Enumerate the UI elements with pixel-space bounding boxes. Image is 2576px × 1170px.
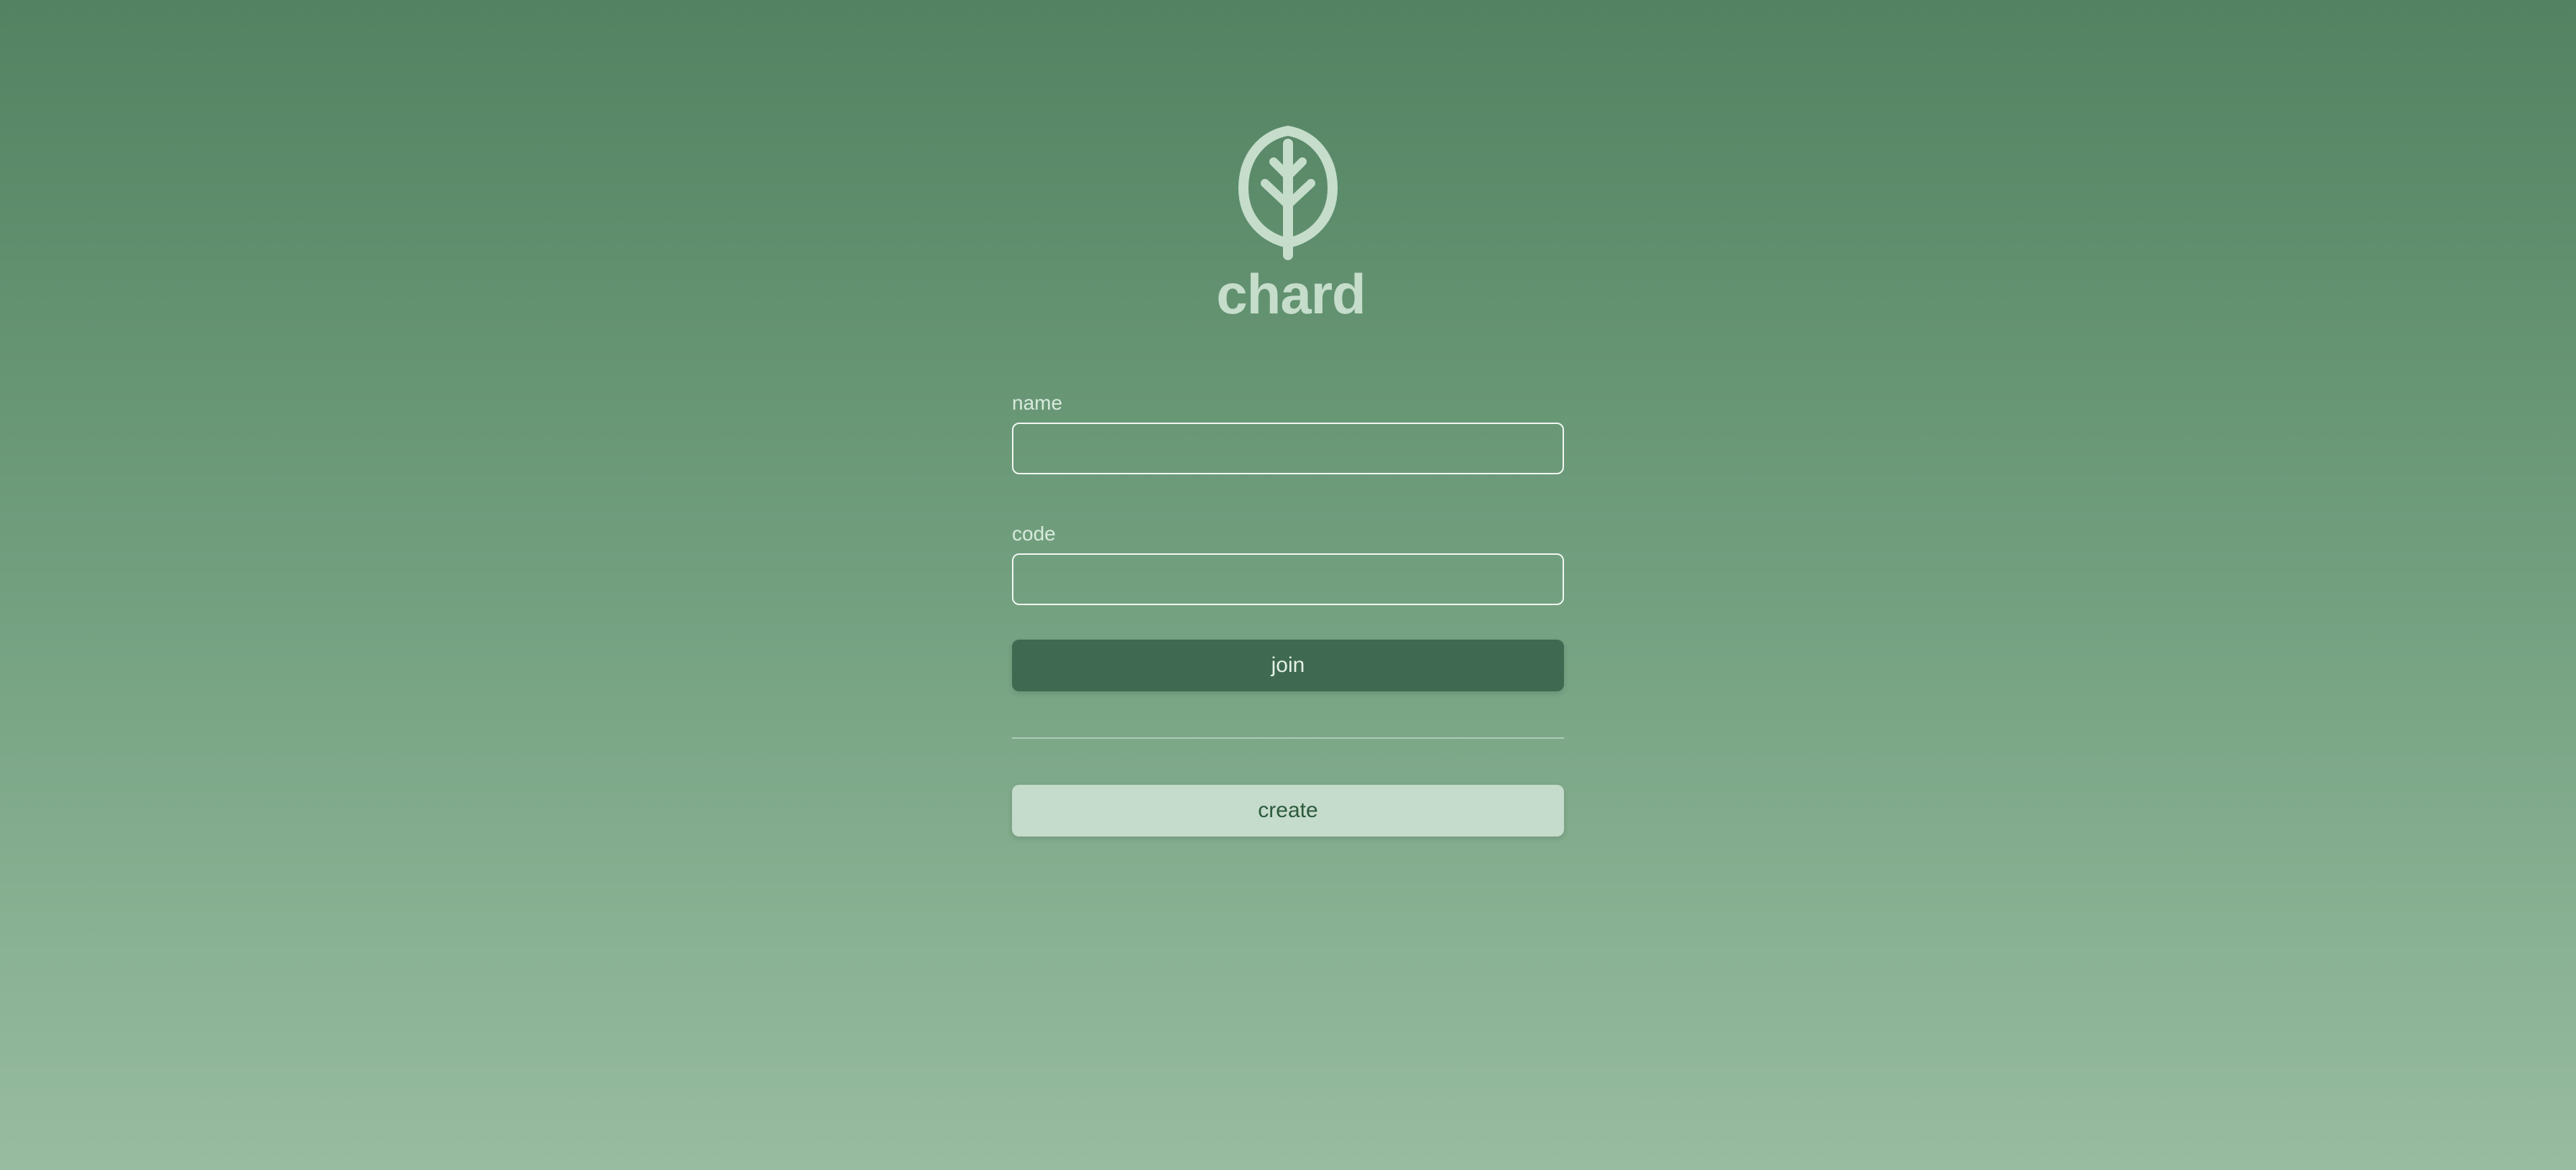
leaf-icon <box>1238 126 1338 260</box>
field-spacer <box>1012 474 1564 520</box>
name-input[interactable] <box>1012 423 1564 474</box>
join-button[interactable]: join <box>1012 640 1564 691</box>
join-screen: chard name code join create <box>0 0 2576 1170</box>
brand: chard <box>0 122 2576 322</box>
divider <box>1012 737 1564 739</box>
name-label: name <box>1012 392 1063 414</box>
app-name: chard <box>1216 262 1366 326</box>
code-label: code <box>1012 522 1056 545</box>
code-input[interactable] <box>1012 553 1564 605</box>
create-button[interactable]: create <box>1012 785 1564 837</box>
join-form: name code join create <box>1012 390 1564 837</box>
